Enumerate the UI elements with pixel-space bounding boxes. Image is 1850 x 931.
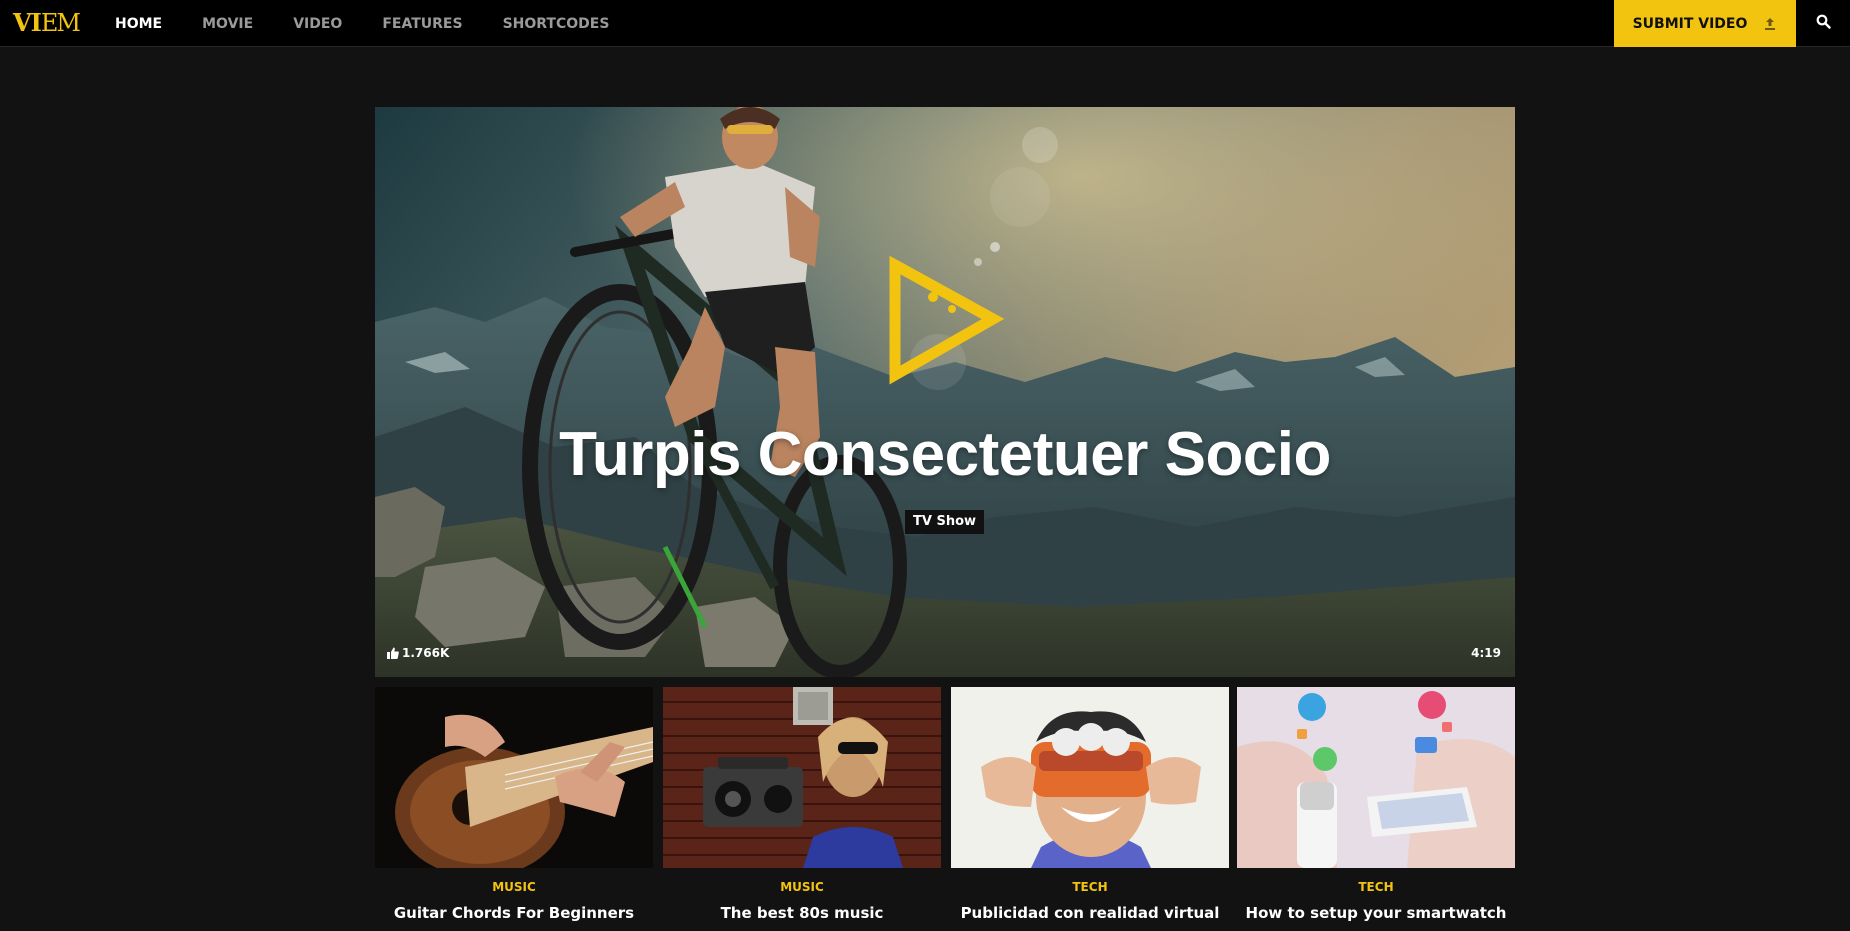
hero-background-image	[375, 107, 1515, 677]
search-icon	[1816, 14, 1831, 33]
video-card-virtual-reality[interactable]: TECH Publicidad con realidad virtual	[951, 687, 1229, 931]
hero-category-badge[interactable]: TV Show	[905, 510, 985, 534]
card-category[interactable]: TECH	[951, 880, 1229, 894]
nav-item-shortcodes[interactable]: SHORTCODES	[503, 16, 610, 32]
smartwatch-thumbnail[interactable]	[1237, 687, 1515, 868]
nav-item-features[interactable]: FEATURES	[382, 16, 462, 32]
submit-video-button[interactable]: SUBMIT VIDEO	[1614, 0, 1796, 47]
featured-video[interactable]: Turpis Consectetuer Socio TV Show 1.766K…	[375, 107, 1515, 677]
video-card-smartwatch[interactable]: TECH How to setup your smartwatch	[1237, 687, 1515, 931]
video-grid: MUSIC Guitar Chords For Beginners MUSIC …	[375, 687, 1515, 931]
hero-likes: 1.766K	[387, 642, 449, 664]
nav-item-video[interactable]: VIDEO	[293, 16, 342, 32]
top-navigation-bar: VIEM HOME MOVIE VIDEO FEATURES SHORTCODE…	[0, 0, 1850, 47]
card-category[interactable]: MUSIC	[663, 880, 941, 894]
card-title[interactable]: Guitar Chords For Beginners	[375, 904, 653, 922]
card-category[interactable]: MUSIC	[375, 880, 653, 894]
upload-icon	[1763, 17, 1777, 31]
hero-likes-count: 1.766K	[402, 646, 450, 660]
viewmaster-thumbnail[interactable]	[951, 687, 1229, 868]
boombox-thumbnail[interactable]	[663, 687, 941, 868]
site-logo[interactable]: VIEM	[13, 8, 81, 38]
card-title[interactable]: How to setup your smartwatch	[1237, 904, 1515, 922]
nav-item-movie[interactable]: MOVIE	[202, 16, 253, 32]
video-card-guitar[interactable]: MUSIC Guitar Chords For Beginners	[375, 687, 653, 931]
card-category[interactable]: TECH	[1237, 880, 1515, 894]
video-card-80s-music[interactable]: MUSIC The best 80s music	[663, 687, 941, 931]
card-title[interactable]: The best 80s music	[663, 904, 941, 922]
logo-text-a: VI	[13, 8, 42, 37]
main-menu: HOME MOVIE VIDEO FEATURES SHORTCODES	[115, 0, 649, 47]
nav-item-home[interactable]: HOME	[115, 16, 162, 32]
guitar-thumbnail[interactable]	[375, 687, 653, 868]
submit-video-label: SUBMIT VIDEO	[1632, 15, 1748, 32]
card-title[interactable]: Publicidad con realidad virtual	[951, 904, 1229, 922]
logo-text-b: EM	[40, 9, 81, 37]
hero-duration: 4:19	[1471, 646, 1501, 660]
thumbs-up-icon	[387, 647, 399, 659]
hero-title[interactable]: Turpis Consectetuer Socio	[375, 419, 1515, 490]
search-button[interactable]	[1796, 0, 1850, 47]
play-icon[interactable]	[885, 255, 1005, 385]
